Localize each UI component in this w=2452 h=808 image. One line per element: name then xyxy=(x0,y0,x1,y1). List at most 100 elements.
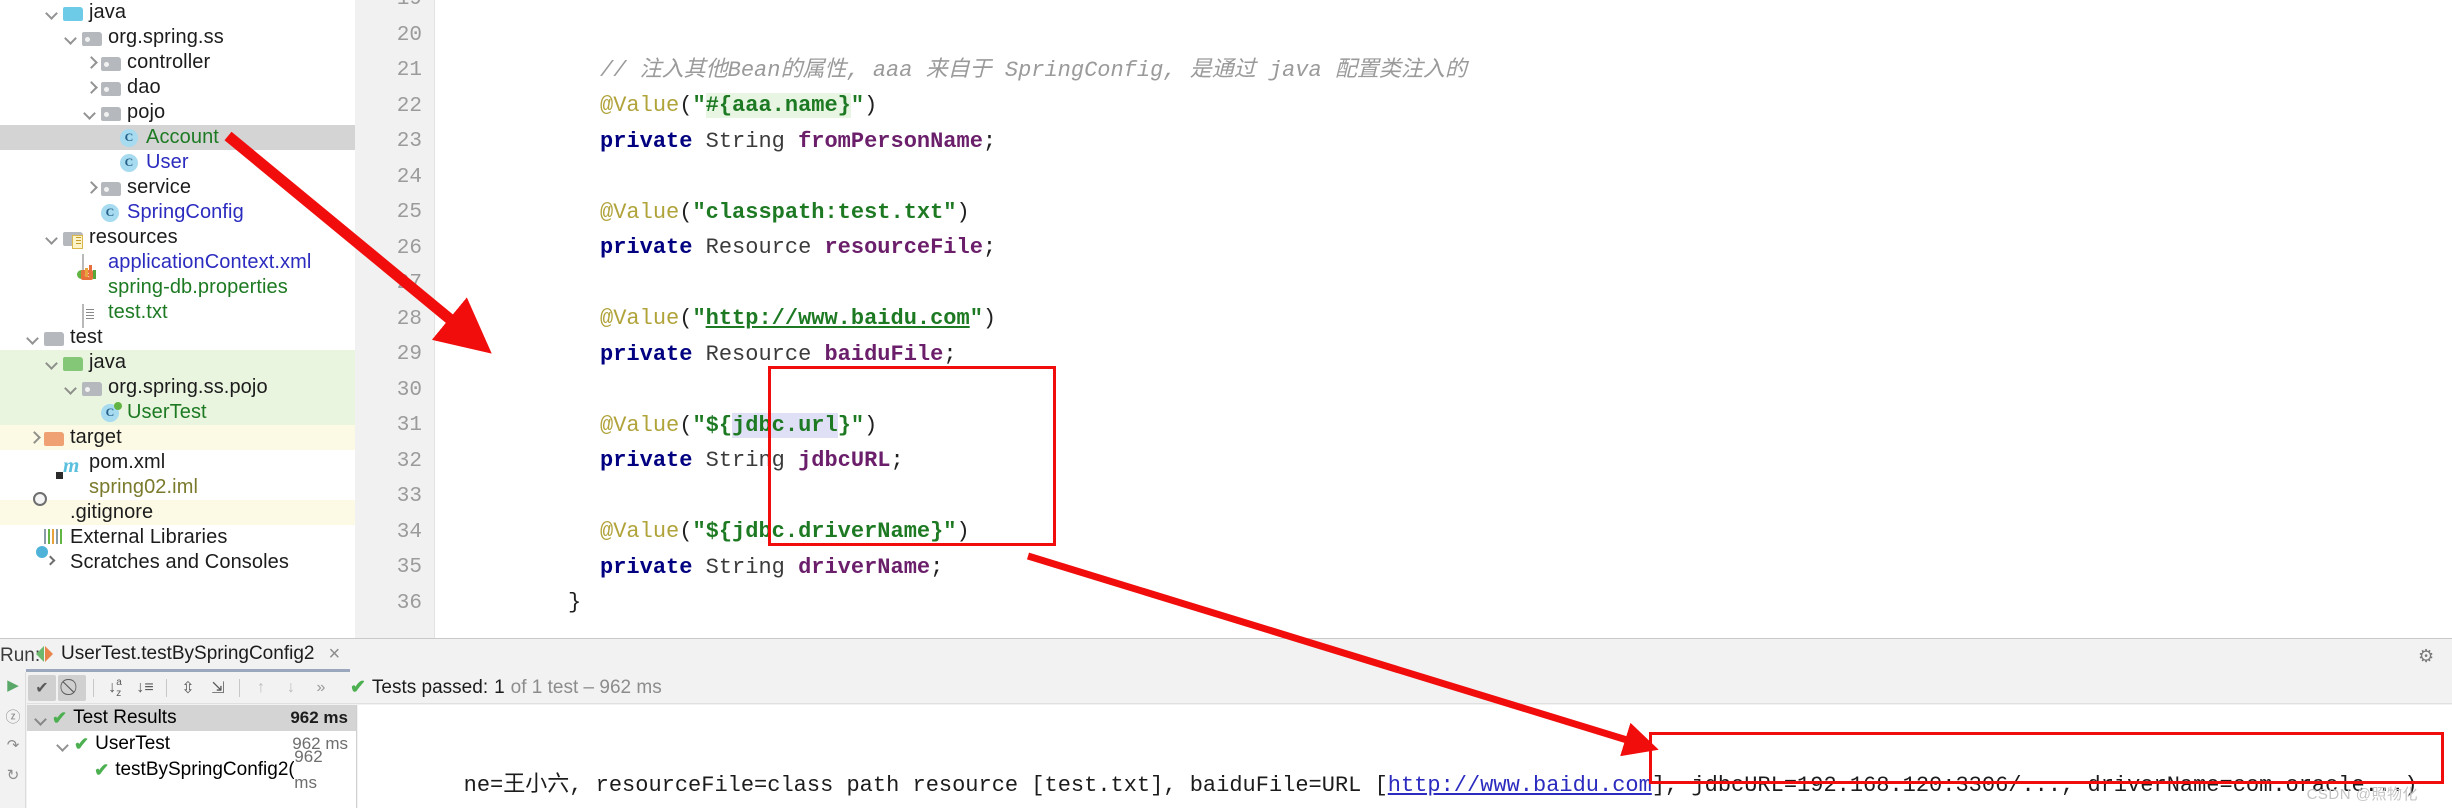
chevron-down-icon[interactable] xyxy=(65,31,78,44)
chevron-down-icon[interactable] xyxy=(27,331,40,344)
tree-item-external-libraries[interactable]: External Libraries xyxy=(0,525,355,550)
tree-item-java[interactable]: java xyxy=(0,350,355,375)
code-line-27: @Value("http://www.baidu.com") xyxy=(436,266,996,331)
tree-item-controller[interactable]: controller xyxy=(0,50,355,75)
gutter-line-number: 20 xyxy=(396,23,422,47)
run-side-toolbar[interactable]: ▶ ⓩ ↷ ↻ xyxy=(0,672,26,808)
more-options-button[interactable]: » xyxy=(307,675,335,701)
console-output[interactable]: ne=王小六, resourceFile=class path resource… xyxy=(358,705,2452,808)
keyword-private: private xyxy=(600,448,693,473)
tree-item-org-spring-ss[interactable]: org.spring.ss xyxy=(0,25,355,50)
test-tree-row[interactable]: ✔ Test Results 962 ms xyxy=(27,705,356,731)
gutter-line-number: 29 xyxy=(396,343,422,366)
tree-item-account[interactable]: C Account xyxy=(0,125,355,150)
run-tab[interactable]: UserTest.testBySpringConfig2 × xyxy=(26,639,351,672)
run-tool-window[interactable]: Run: UserTest.testBySpringConfig2 × ⚙ ▶ … xyxy=(0,638,2452,808)
chevron-down-icon[interactable] xyxy=(57,738,70,751)
tests-passed-count: 1 xyxy=(494,676,505,698)
next-failed-button[interactable]: ↓ xyxy=(277,675,305,701)
tests-passed-status: ✔ Tests passed: 1 of 1 test – 962 ms xyxy=(350,676,662,699)
tree-item-user[interactable]: C User xyxy=(0,150,355,175)
chevron-right-icon[interactable] xyxy=(84,181,97,194)
field-driver-name: driverName xyxy=(798,554,931,580)
gutter-line-number: 28 xyxy=(396,307,422,331)
tree-item-label: test xyxy=(70,326,103,348)
chevron-down-icon[interactable] xyxy=(65,381,78,394)
show-ignored-button[interactable]: ⃠ xyxy=(58,674,86,701)
gutter-line-number: 19 xyxy=(362,0,422,18)
test-tree-row[interactable]: ✔ testBySpringConfig2() 962 ms xyxy=(27,747,356,792)
tree-item-service[interactable]: service xyxy=(0,175,355,200)
test-tree-label: Test Results xyxy=(73,707,177,728)
console-segment-2: ], xyxy=(1651,773,1692,798)
gutter-line-number: 21 xyxy=(396,59,422,82)
test-results-toolbar[interactable]: ✔ ⃠ ↓az ↓≡ ⇳ ⇲ ↑ ↓ » ✔ Tests passed: 1 o… xyxy=(27,672,2452,704)
run-tab-bar: Run: UserTest.testBySpringConfig2 × ⚙ xyxy=(0,639,2452,672)
tree-item-usertest[interactable]: C UserTest xyxy=(0,400,355,425)
chevron-down-icon[interactable] xyxy=(84,106,97,119)
chevron-down-icon[interactable] xyxy=(35,712,48,725)
tree-item-spring02-iml[interactable]: spring02.iml xyxy=(0,475,355,500)
tree-item-test-txt[interactable]: test.txt xyxy=(0,300,355,328)
chevron-down-icon[interactable] xyxy=(46,356,59,369)
tree-item-pojo[interactable]: pojo xyxy=(0,100,355,125)
chevron-right-icon[interactable] xyxy=(27,431,40,444)
gutter-line-number: 25 xyxy=(396,201,422,224)
tree-item-label: test.txt xyxy=(108,301,168,323)
gutter-line-number: 33 xyxy=(396,485,422,508)
show-passed-button[interactable]: ✔ xyxy=(28,674,56,701)
test-results-tree[interactable]: ✔ Test Results 962 ms ✔ UserTest 962 ms ✔ testB… xyxy=(27,705,357,808)
code-editor[interactable]: 19 20 21 22 23 24 25 26 27 28 29 30 31 32 33 34 35 36 // … xyxy=(355,0,2452,638)
chevron-right-icon[interactable] xyxy=(84,81,97,94)
toolbar-separator xyxy=(239,678,240,697)
tree-item-label: dao xyxy=(127,76,161,98)
project-tree-panel[interactable]: java org.spring.ss controller dao pojo C Accou… xyxy=(0,0,355,638)
gutter-line-number: 35 xyxy=(396,556,422,579)
tree-item--gitignore[interactable]: .gitignore xyxy=(0,500,355,525)
tree-item-label: java xyxy=(89,351,127,373)
code-line-35: } xyxy=(436,550,581,615)
tree-item-test[interactable]: test xyxy=(0,325,355,350)
chevron-right-icon[interactable] xyxy=(84,56,97,69)
tree-item-java[interactable]: java xyxy=(0,0,355,25)
test-passed-icon: ✔ xyxy=(94,760,110,780)
tree-item-springconfig[interactable]: C SpringConfig xyxy=(0,200,355,225)
chevron-down-icon[interactable] xyxy=(46,6,59,19)
tree-item-applicationcontext-xml[interactable]: applicationContext.xml xyxy=(0,250,355,278)
test-passed-icon: ✔ xyxy=(52,708,68,728)
test-passed-icon: ✔ xyxy=(74,734,90,754)
tree-item-label: org.spring.ss xyxy=(108,26,224,48)
gear-icon[interactable]: ⚙ xyxy=(2418,647,2436,665)
editor-code-area[interactable]: // 注入其他Bean的属性, aaa 来自于 SpringConfig, 是通… xyxy=(436,0,2452,638)
tree-item-org-spring-ss-pojo[interactable]: org.spring.ss.pojo xyxy=(0,375,355,400)
tree-item-scratches-and-consoles[interactable]: Scratches and Consoles xyxy=(0,550,355,575)
expand-all-button[interactable]: ⇳ xyxy=(174,675,202,701)
rerun-icon[interactable]: ▶ xyxy=(4,676,22,694)
gutter-line-number: 34 xyxy=(396,520,422,544)
tree-item-pom-xml[interactable]: m pom.xml xyxy=(0,450,355,475)
keyword-private: private xyxy=(600,235,693,260)
semicolon: ; xyxy=(982,128,997,154)
tree-item-label: .gitignore xyxy=(70,501,154,523)
semicolon: ; xyxy=(890,448,904,473)
prev-failed-button[interactable]: ↑ xyxy=(247,675,275,701)
console-url-link[interactable]: http://www.baidu.com xyxy=(1388,773,1652,798)
tree-item-spring-db-properties[interactable]: spring-db.properties xyxy=(0,275,355,300)
pause-icon[interactable]: ⓩ xyxy=(4,706,22,726)
console-segment-1: ne=王小六, resourceFile=class path resource… xyxy=(463,773,1388,798)
tree-item-dao[interactable]: dao xyxy=(0,75,355,100)
collapse-all-button[interactable]: ⇲ xyxy=(204,675,232,701)
chevron-down-icon[interactable] xyxy=(46,231,59,244)
rerun-failed-icon[interactable]: ↻ xyxy=(4,766,22,784)
export-icon[interactable]: ↷ xyxy=(4,736,22,754)
close-icon[interactable]: × xyxy=(328,643,340,666)
sort-alphabetically-button[interactable]: ↓ a z xyxy=(101,675,129,701)
tree-item-target[interactable]: target xyxy=(0,425,355,450)
tree-item-resources[interactable]: resources xyxy=(0,225,355,250)
tree-item-label: java xyxy=(89,1,127,23)
sort-by-duration-button[interactable]: ↓≡ xyxy=(131,675,159,701)
